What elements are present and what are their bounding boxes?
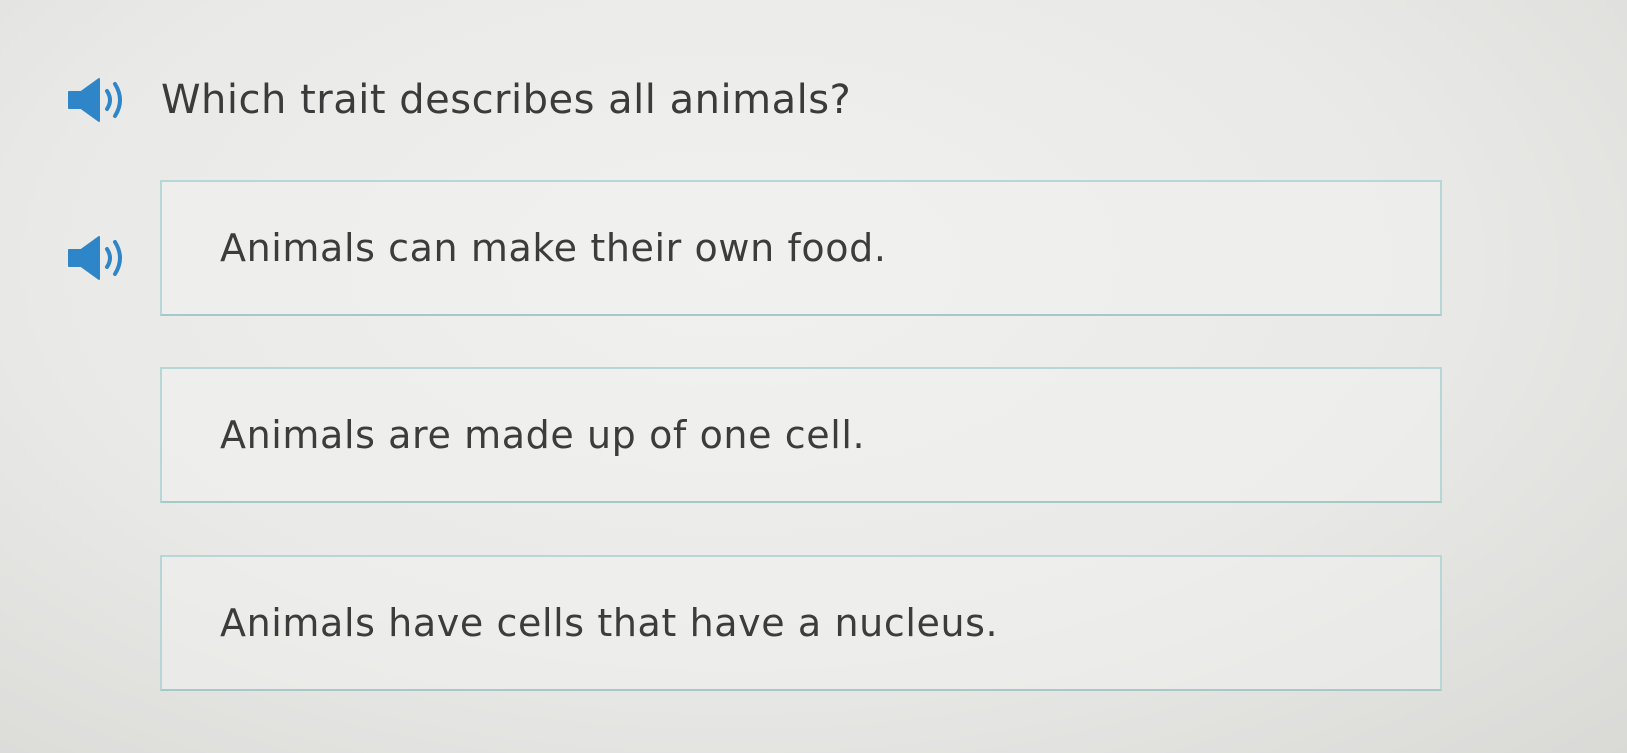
question-text: Which trait describes all animals?	[161, 77, 852, 123]
answer-choice-label: Animals have cells that have a nucleus.	[220, 601, 999, 645]
answer-speaker-icon[interactable]	[55, 233, 135, 283]
answer-choice-label: Animals are made up of one cell.	[220, 413, 866, 457]
answer-choice-1[interactable]: Animals can make their own food.	[160, 180, 1442, 316]
question-row: Which trait describes all animals?	[55, 68, 851, 132]
question-speaker-icon[interactable]	[55, 75, 135, 125]
answer-choice-label: Animals can make their own food.	[220, 226, 887, 270]
answer-choice-2[interactable]: Animals are made up of one cell.	[160, 367, 1442, 503]
answer-choice-3[interactable]: Animals have cells that have a nucleus.	[160, 555, 1442, 691]
